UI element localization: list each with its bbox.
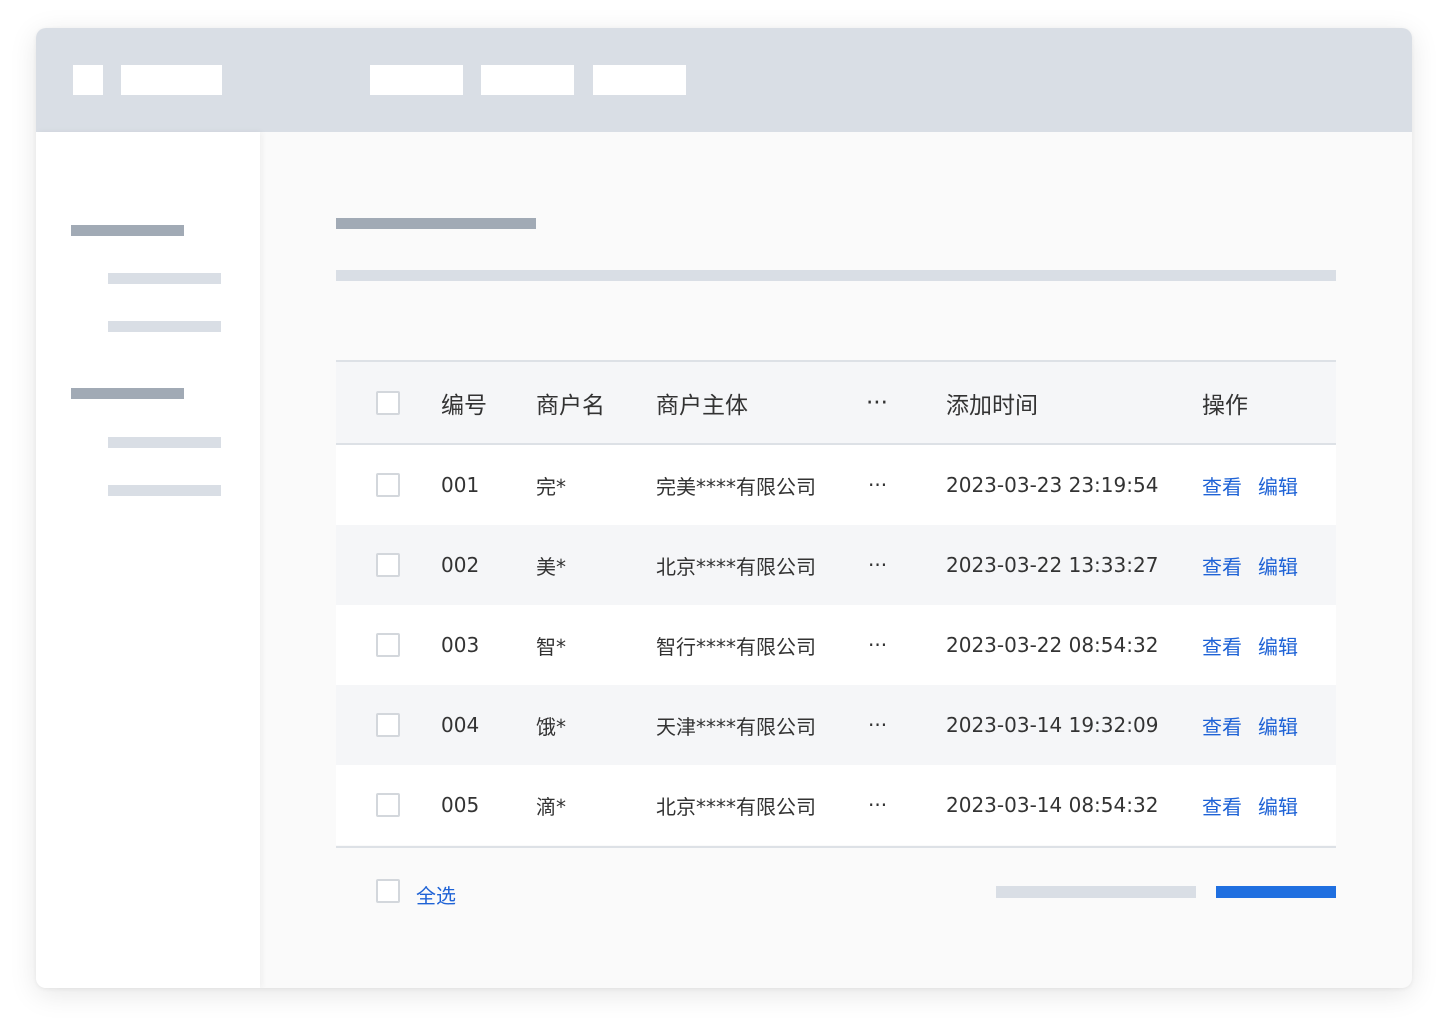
nav-tab-1[interactable] [370, 65, 463, 95]
nav-tab-2[interactable] [481, 65, 574, 95]
cell-merchant-name: 智* [536, 634, 566, 659]
header-id: 编号 [441, 392, 487, 419]
header-actions: 操作 [1202, 392, 1248, 419]
cell-more: ··· [868, 633, 888, 657]
header-more-columns[interactable]: ··· [866, 362, 888, 443]
cell-merchant-name: 完* [536, 474, 566, 499]
cell-actions: 查看 编辑 [1202, 525, 1314, 605]
view-link[interactable]: 查看 [1202, 711, 1242, 740]
cell-id: 005 [441, 793, 480, 817]
cell-merchant-name: 滴* [536, 794, 566, 819]
edit-link[interactable]: 编辑 [1258, 551, 1298, 580]
cell-merchant-entity: 天津****有限公司 [656, 714, 816, 739]
cell-more: ··· [868, 713, 888, 737]
table-row: 002 美* 北京****有限公司 ··· 2023-03-22 13:33:2… [336, 525, 1336, 605]
table-row: 003 智* 智行****有限公司 ··· 2023-03-22 08:54:3… [336, 605, 1336, 685]
table-row: 005 滴* 北京****有限公司 ··· 2023-03-14 08:54:3… [336, 765, 1336, 845]
filter-bar-placeholder [336, 270, 1336, 281]
row-checkbox[interactable] [376, 553, 400, 577]
cell-merchant-entity: 北京****有限公司 [656, 794, 816, 819]
sidebar-item-2[interactable] [108, 321, 221, 332]
cell-added-time: 2023-03-22 13:33:27 [946, 553, 1159, 577]
edit-link[interactable]: 编辑 [1258, 471, 1298, 500]
table-header-row: 编号 商户名 商户主体 ··· 添加时间 操作 [336, 362, 1336, 445]
logo-placeholder [73, 65, 103, 95]
edit-link[interactable]: 编辑 [1258, 631, 1298, 660]
app-window: 编号 商户名 商户主体 ··· 添加时间 操作 001 完* 完美****有限公… [36, 28, 1412, 988]
cell-actions: 查看 编辑 [1202, 605, 1314, 685]
cell-id: 004 [441, 713, 480, 737]
view-link[interactable]: 查看 [1202, 551, 1242, 580]
page-title-placeholder [336, 218, 536, 229]
row-checkbox[interactable] [376, 713, 400, 737]
sidebar-group-1-title[interactable] [71, 225, 184, 236]
header-added-time: 添加时间 [946, 392, 1038, 419]
cell-added-time: 2023-03-14 19:32:09 [946, 713, 1159, 737]
row-checkbox[interactable] [376, 633, 400, 657]
header-merchant-name: 商户名 [536, 392, 605, 419]
cell-more: ··· [868, 553, 888, 577]
header-checkbox[interactable] [376, 390, 400, 415]
primary-action-button[interactable] [1216, 886, 1336, 898]
view-link[interactable]: 查看 [1202, 631, 1242, 660]
view-link[interactable]: 查看 [1202, 791, 1242, 820]
cell-merchant-name: 饿* [536, 714, 566, 739]
cell-merchant-entity: 智行****有限公司 [656, 634, 816, 659]
cell-merchant-entity: 完美****有限公司 [656, 474, 816, 499]
cell-added-time: 2023-03-14 08:54:32 [946, 793, 1159, 817]
cell-id: 001 [441, 473, 480, 497]
cell-actions: 查看 编辑 [1202, 765, 1314, 845]
table-row: 004 饿* 天津****有限公司 ··· 2023-03-14 19:32:0… [336, 685, 1336, 765]
row-checkbox[interactable] [376, 473, 400, 497]
cell-actions: 查看 编辑 [1202, 685, 1314, 765]
cell-actions: 查看 编辑 [1202, 445, 1314, 525]
cell-added-time: 2023-03-23 23:19:54 [946, 473, 1159, 497]
cell-merchant-entity: 北京****有限公司 [656, 554, 816, 579]
sidebar-item-3[interactable] [108, 437, 221, 448]
sidebar-group-2-title[interactable] [71, 388, 184, 399]
app-title-placeholder [121, 65, 222, 95]
cell-added-time: 2023-03-22 08:54:32 [946, 633, 1159, 657]
sidebar-item-4[interactable] [108, 485, 221, 496]
sidebar-item-1[interactable] [108, 273, 221, 284]
edit-link[interactable]: 编辑 [1258, 791, 1298, 820]
cell-id: 002 [441, 553, 480, 577]
secondary-action-placeholder[interactable] [996, 886, 1196, 898]
row-checkbox[interactable] [376, 793, 400, 817]
cell-id: 003 [441, 633, 480, 657]
sidebar [36, 132, 260, 988]
top-bar [36, 28, 1412, 132]
edit-link[interactable]: 编辑 [1258, 711, 1298, 740]
cell-more: ··· [868, 793, 888, 817]
cell-more: ··· [868, 473, 888, 497]
merchant-table: 编号 商户名 商户主体 ··· 添加时间 操作 001 完* 完美****有限公… [336, 360, 1336, 845]
select-all-checkbox[interactable] [376, 879, 400, 903]
nav-tab-3[interactable] [593, 65, 686, 95]
view-link[interactable]: 查看 [1202, 471, 1242, 500]
header-merchant-entity: 商户主体 [656, 392, 748, 419]
main-content: 编号 商户名 商户主体 ··· 添加时间 操作 001 完* 完美****有限公… [260, 132, 1412, 988]
cell-merchant-name: 美* [536, 554, 566, 579]
select-all-label[interactable]: 全选 [416, 880, 456, 909]
table-row: 001 完* 完美****有限公司 ··· 2023-03-23 23:19:5… [336, 445, 1336, 525]
table-footer: 全选 [336, 846, 1336, 908]
